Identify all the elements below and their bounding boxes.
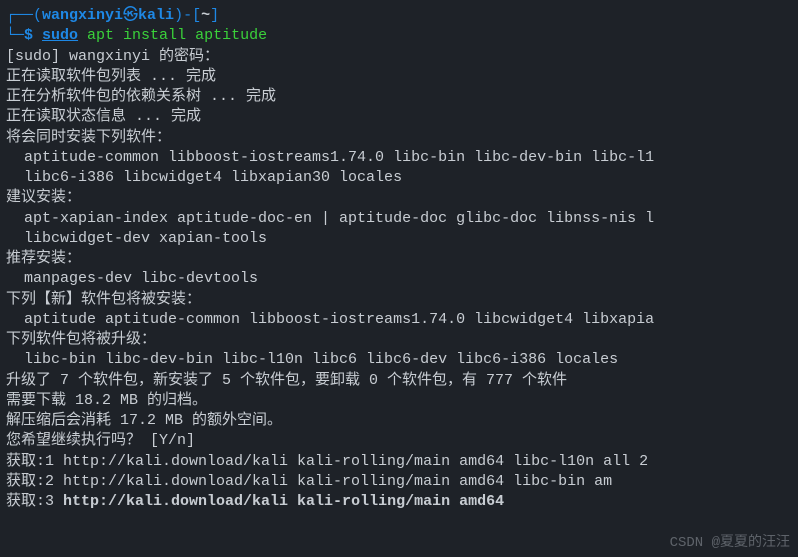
- watermark: CSDN @夏夏的汪汪: [670, 534, 790, 553]
- output-also-1: aptitude-common libboost-iostreams1.74.0…: [6, 148, 792, 168]
- cmd-sudo[interactable]: sudo: [42, 27, 78, 44]
- output-state: 正在读取状态信息 ... 完成: [6, 107, 792, 127]
- output-recommend-header: 推荐安装：: [6, 249, 792, 269]
- output-upgrade-1: libc-bin libc-dev-bin libc-l10n libc6 li…: [6, 350, 792, 370]
- cmd-rest[interactable]: apt install aptitude: [78, 27, 267, 44]
- output-summary-2: 需要下载 18.2 MB 的归档。: [6, 391, 792, 411]
- output-fetch-2: 获取:2 http://kali.download/kali kali-roll…: [6, 472, 792, 492]
- output-recommend-1: manpages-dev libc-devtools: [6, 269, 792, 289]
- output-upgrade-header: 下列软件包将被升级：: [6, 330, 792, 350]
- output-confirm[interactable]: 您希望继续执行吗？ [Y/n]: [6, 431, 792, 451]
- output-suggest-2: libcwidget-dev xapian-tools: [6, 229, 792, 249]
- output-summary-3: 解压缩后会消耗 17.2 MB 的额外空间。: [6, 411, 792, 431]
- prompt-user: wangxinyi: [42, 7, 123, 24]
- output-also-2: libc6-i386 libcwidget4 libxapian30 local…: [6, 168, 792, 188]
- prompt-host: kali: [138, 7, 174, 24]
- output-fetch-1: 获取:1 http://kali.download/kali kali-roll…: [6, 452, 792, 472]
- output-summary-1: 升级了 7 个软件包，新安装了 5 个软件包，要卸载 0 个软件包，有 777 …: [6, 371, 792, 391]
- output-dep-tree: 正在分析软件包的依赖关系树 ... 完成: [6, 87, 792, 107]
- output-read-pkg: 正在读取软件包列表 ... 完成: [6, 67, 792, 87]
- output-suggest-header: 建议安装：: [6, 188, 792, 208]
- output-sudo-password: [sudo] wangxinyi 的密码：: [6, 47, 792, 67]
- prompt-line-1: ┌──(wangxinyi㉿kali)-[~]: [6, 6, 792, 26]
- output-also-header: 将会同时安装下列软件：: [6, 128, 792, 148]
- output-new-1: aptitude aptitude-common libboost-iostre…: [6, 310, 792, 330]
- output-new-header: 下列【新】软件包将被安装：: [6, 290, 792, 310]
- output-suggest-1: apt-xapian-index aptitude-doc-en | aptit…: [6, 209, 792, 229]
- prompt-path: ~: [201, 7, 210, 24]
- prompt-line-2: └─$ sudo apt install aptitude: [6, 26, 792, 46]
- output-fetch-3: 获取:3 http://kali.download/kali kali-roll…: [6, 492, 792, 512]
